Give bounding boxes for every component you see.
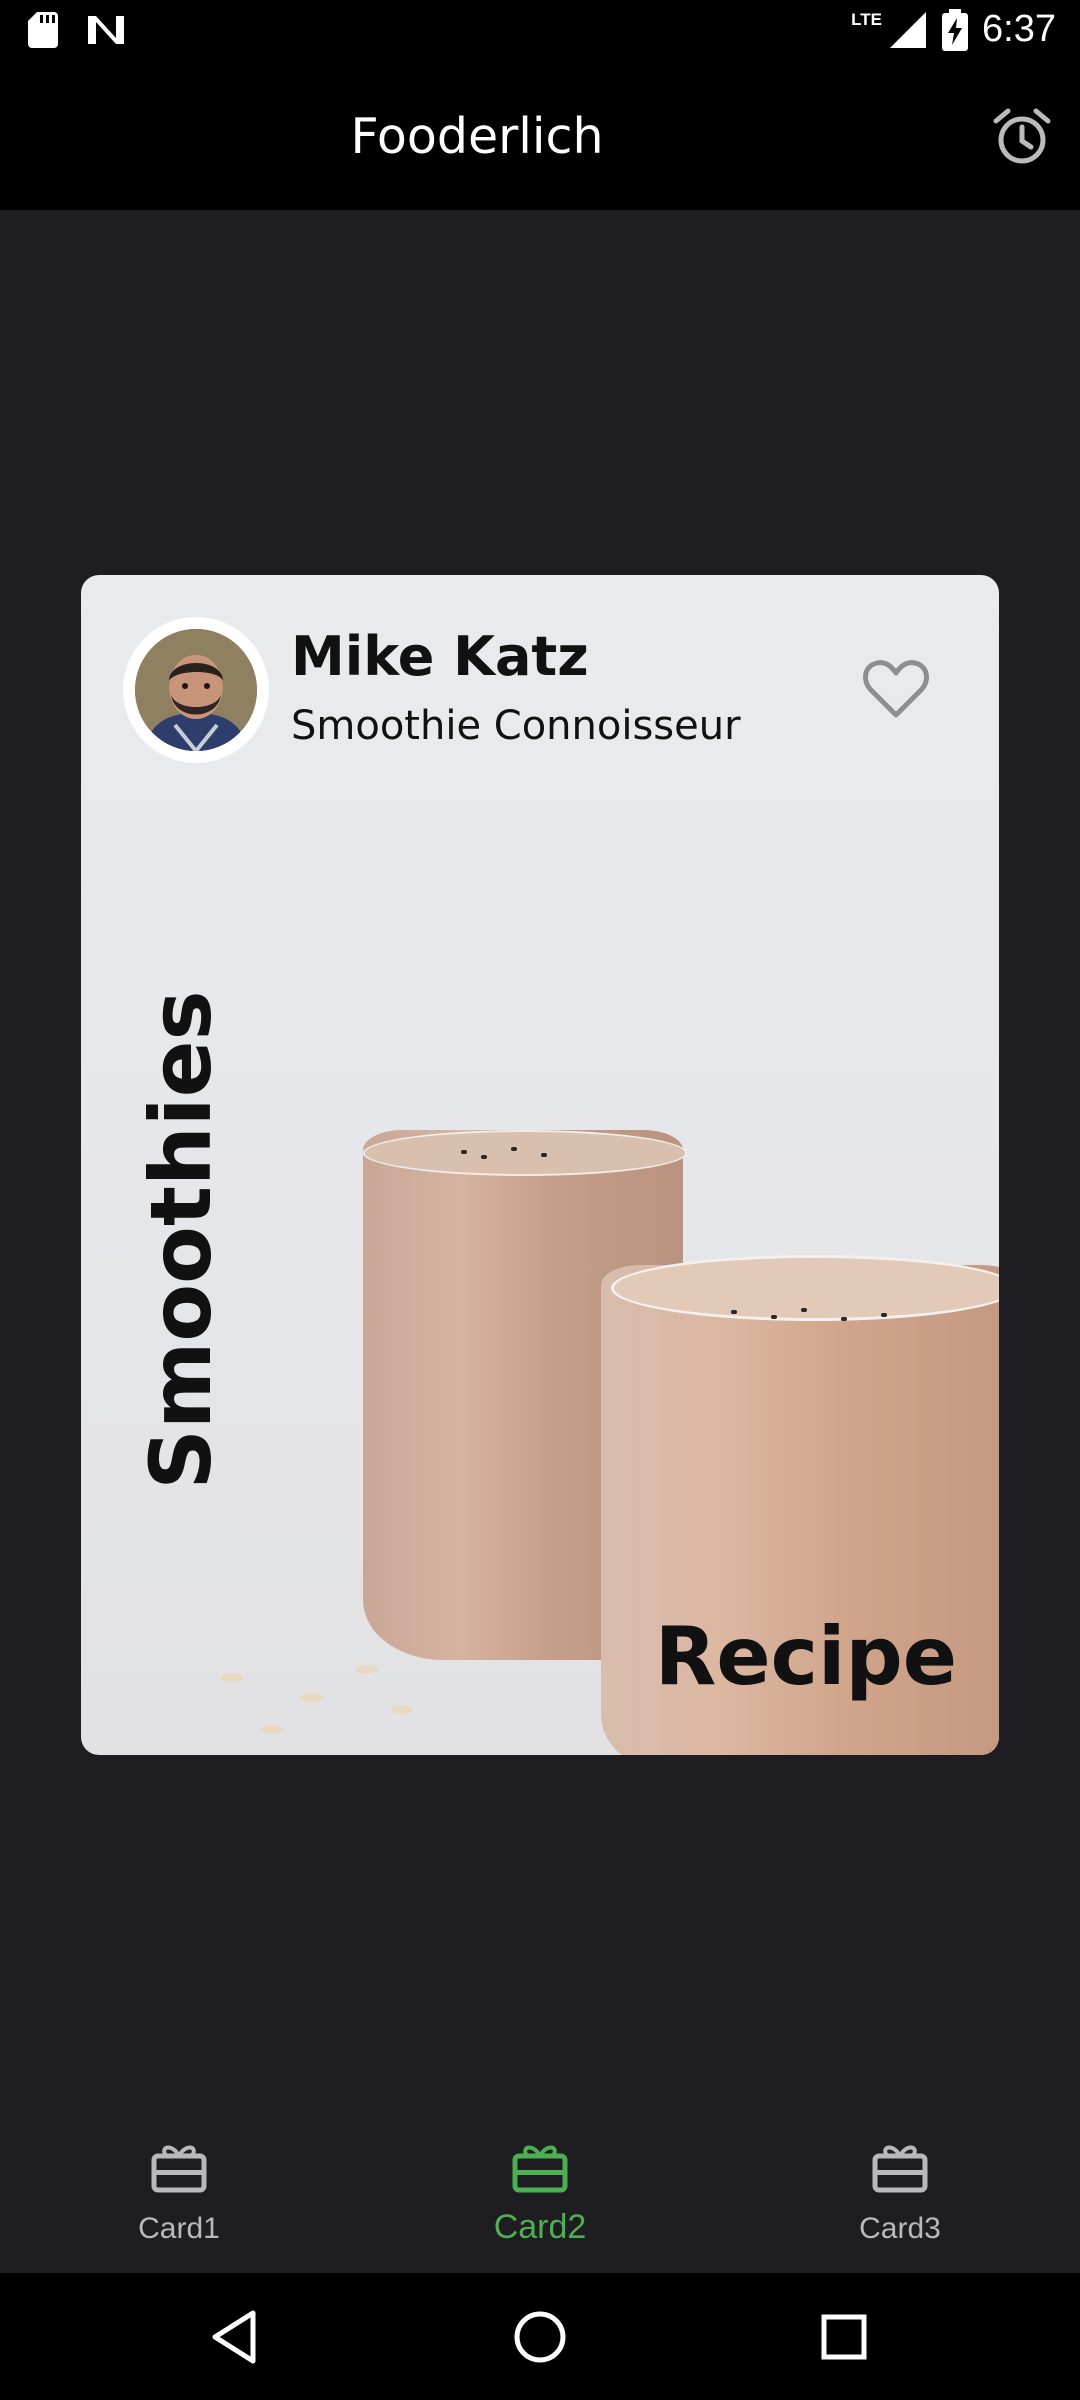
nav-label-card3: Card3 [859, 2212, 941, 2245]
nav-item-card1[interactable]: Card1 [79, 2100, 279, 2273]
nav-item-card2[interactable]: Card2 [440, 2100, 640, 2273]
back-triangle-icon[interactable] [205, 2305, 269, 2369]
seed [541, 1153, 547, 1157]
signal-icon [890, 11, 927, 48]
oat-flake [261, 1725, 283, 1734]
smoothie-glass-back-rim [363, 1130, 687, 1176]
seed [461, 1150, 467, 1154]
author-avatar[interactable] [123, 617, 269, 763]
card-giftcard-icon [512, 2145, 568, 2193]
system-navigation-bar [0, 2273, 1080, 2400]
nav-item-card3[interactable]: Card3 [800, 2100, 1000, 2273]
seed [731, 1310, 737, 1314]
nav-label-card2: Card2 [493, 2208, 587, 2246]
oat-flake [356, 1665, 378, 1674]
category-label-vertical: Smoothies [132, 990, 230, 1490]
seed [511, 1147, 517, 1151]
seed [481, 1155, 487, 1159]
heart-outline-icon[interactable] [861, 657, 931, 721]
network-type-label: LTE [851, 9, 883, 29]
app-title: Fooderlich [350, 108, 604, 165]
author-title: Smoothie Connoisseur [291, 703, 741, 749]
sd-card-icon [28, 12, 58, 48]
app-bar: Fooderlich [0, 63, 1080, 210]
card-giftcard-icon [872, 2145, 928, 2193]
avatar-photo [135, 629, 257, 751]
card-giftcard-icon [151, 2145, 207, 2193]
seed [771, 1315, 777, 1319]
recipe-label: Recipe [654, 1610, 957, 1703]
seed [841, 1317, 847, 1321]
person-portrait-icon [135, 629, 257, 751]
battery-charging-icon [942, 8, 969, 51]
bottom-navigation-bar: Card1 Card2 Card3 [0, 2100, 1080, 2273]
seed [881, 1313, 887, 1317]
oat-flake [221, 1673, 243, 1682]
oat-flake [391, 1705, 413, 1714]
n-logo-icon [88, 16, 124, 44]
nav-label-card1: Card1 [138, 2212, 220, 2245]
seed [801, 1308, 807, 1312]
status-bar: LTE 6:37 [0, 0, 1080, 63]
alarm-clock-icon[interactable] [992, 107, 1052, 167]
author-name: Mike Katz [291, 625, 589, 688]
author-card[interactable]: Mike Katz Smoothie Connoisseur Smoothies… [81, 575, 999, 1755]
oat-flake [301, 1693, 323, 1702]
home-circle-icon[interactable] [508, 2305, 572, 2369]
recents-square-icon[interactable] [812, 2305, 876, 2369]
status-time: 6:37 [982, 8, 1056, 50]
